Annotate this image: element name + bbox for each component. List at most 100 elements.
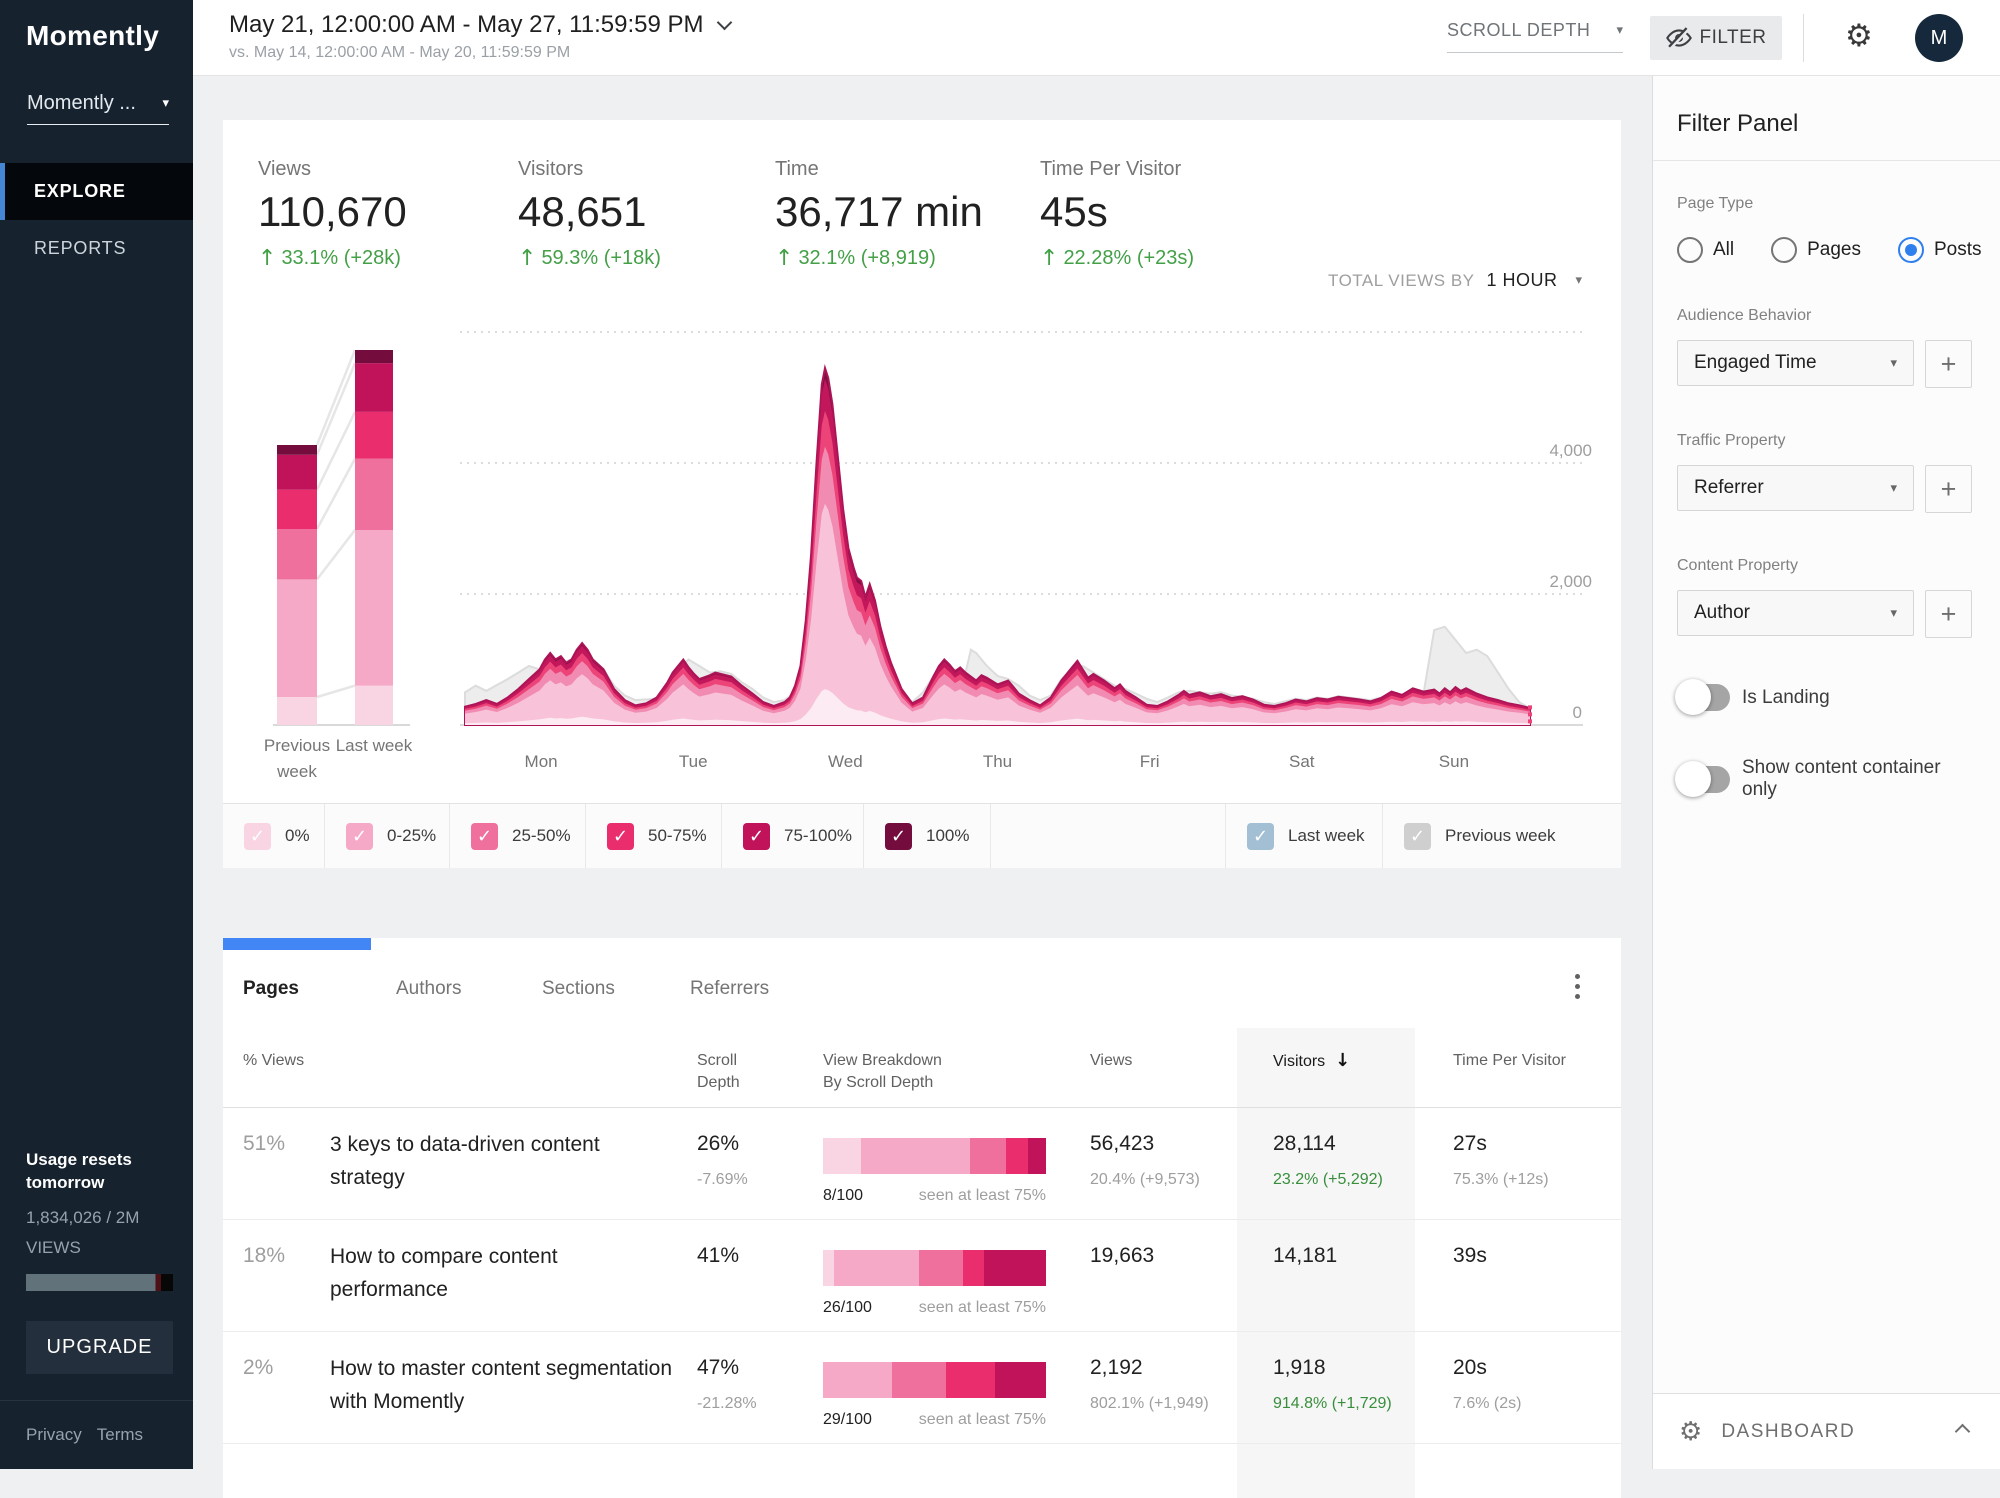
settings-gear-icon[interactable]: ⚙: [1845, 18, 1873, 54]
radio-all[interactable]: All: [1677, 237, 1734, 263]
legend-checkbox[interactable]: ✓: [244, 823, 271, 850]
summary-connector: [317, 350, 355, 445]
table-row[interactable]: 51%3 keys to data-driven content strateg…: [223, 1108, 1621, 1220]
cell-time-per-visitor-value: 27s: [1453, 1132, 1549, 1156]
column-header-pct-views[interactable]: % Views: [243, 1050, 304, 1072]
cell-pct-views: 51%: [243, 1132, 285, 1156]
views-area-chart[interactable]: 4,0002,0000MonTueWedThuFriSatSunPrevious…: [223, 120, 1621, 803]
column-header-visitors[interactable]: Visitors↓: [1273, 1050, 1350, 1073]
radio-posts[interactable]: Posts: [1898, 237, 1982, 263]
previous-week-bar-segment-4: [277, 455, 317, 490]
seen-ratio: 26/100: [823, 1299, 872, 1317]
scroll-depth-delta: -21.28%: [697, 1395, 757, 1413]
summary-connector: [317, 363, 355, 455]
radio-label: Posts: [1934, 239, 1982, 261]
toggle-knob: [1675, 679, 1711, 715]
breakdown-select[interactable]: SCROLL DEPTH ▾: [1447, 20, 1623, 53]
cell-views: 56,42320.4% (+9,573): [1090, 1132, 1200, 1189]
usage-progress-bar: [26, 1274, 173, 1291]
legend-checkbox[interactable]: ✓: [1247, 823, 1274, 850]
legend-checkbox[interactable]: ✓: [346, 823, 373, 850]
tab-pages[interactable]: Pages: [243, 978, 299, 1000]
cell-views-value: 2,192: [1090, 1356, 1209, 1380]
legend-label: 0%: [285, 826, 310, 846]
radio-icon: [1898, 237, 1924, 263]
dashboard-bar[interactable]: ⚙ DASHBOARD: [1653, 1393, 2000, 1469]
table-row[interactable]: 2%How to master content segmentation wit…: [223, 1332, 1621, 1444]
breakdown-caption: 26/100seen at least 75%: [823, 1299, 1046, 1317]
legend-label: 75-100%: [784, 826, 852, 846]
breakdown-bar-segment: [946, 1362, 995, 1398]
column-header-scroll-depth[interactable]: ScrollDepth: [697, 1050, 740, 1094]
toggle-show-content-container-only[interactable]: [1677, 766, 1730, 793]
toggle-is-landing[interactable]: [1677, 684, 1730, 711]
scroll-depth-layer-5: [465, 368, 1530, 725]
date-range-picker[interactable]: May 21, 12:00:00 AM - May 27, 11:59:59 P…: [229, 11, 730, 62]
legend-checkbox[interactable]: ✓: [471, 823, 498, 850]
last-week-bar-segment-1: [355, 530, 393, 686]
cell-time-per-visitor-delta: 7.6% (2s): [1453, 1395, 1521, 1413]
account-switcher[interactable]: Momently ... ▾: [27, 92, 169, 125]
filter-group-row: Author▾+: [1677, 590, 1976, 638]
y-axis-label: 4,000: [1549, 441, 1592, 460]
filter-group-traffic-property: Traffic PropertyReferrer▾+: [1677, 432, 1976, 513]
legend-checkbox[interactable]: ✓: [743, 823, 770, 850]
tab-referrers[interactable]: Referrers: [690, 978, 769, 1000]
breakdown-bar: [823, 1250, 1046, 1286]
legend-checkbox[interactable]: ✓: [1404, 823, 1431, 850]
tab-authors[interactable]: Authors: [396, 978, 461, 1000]
legend-checkbox[interactable]: ✓: [607, 823, 634, 850]
legend-item-previous-week: ✓Previous week: [1383, 804, 1621, 868]
cell-title: How to compare content performance: [330, 1240, 675, 1306]
column-header-view-breakdown[interactable]: View BreakdownBy Scroll Depth: [823, 1050, 942, 1094]
cell-visitors: 28,11423.2% (+5,292): [1273, 1132, 1383, 1189]
cell-time-per-visitor-value: 39s: [1453, 1244, 1487, 1268]
top-bar: May 21, 12:00:00 AM - May 27, 11:59:59 P…: [193, 0, 2000, 76]
radio-label: All: [1713, 239, 1734, 261]
breakdown-bar-segment: [1028, 1138, 1046, 1174]
breakdown-bar-segment: [984, 1250, 1046, 1286]
legend-spacer: [991, 804, 1226, 868]
main-content: Views110,670↑33.1% (+28k)Visitors48,651↑…: [193, 76, 1652, 1469]
table-tabs: Pages Authors Sections Referrers: [223, 950, 1621, 1028]
radio-pages[interactable]: Pages: [1771, 237, 1861, 263]
summary-connector: [317, 686, 355, 697]
legend-checkbox[interactable]: ✓: [885, 823, 912, 850]
table-options-kebab-icon[interactable]: [1563, 968, 1591, 1004]
filter-group-label: Content Property: [1677, 557, 1976, 575]
y-axis-label: 0: [1573, 703, 1582, 722]
upgrade-button[interactable]: UPGRADE: [26, 1321, 173, 1374]
add-filter-button[interactable]: +: [1925, 590, 1972, 638]
tab-sections[interactable]: Sections: [542, 978, 615, 1000]
breakdown-bar-segment: [995, 1362, 1046, 1398]
user-avatar[interactable]: M: [1915, 14, 1963, 62]
table-row[interactable]: 18%How to compare content performance41%…: [223, 1220, 1621, 1332]
filter-select-engaged-time[interactable]: Engaged Time▾: [1677, 340, 1914, 386]
filter-select-value: Referrer: [1694, 477, 1764, 499]
filter-group-label: Audience Behavior: [1677, 307, 1976, 325]
filter-select-author[interactable]: Author▾: [1677, 590, 1914, 636]
column-header-views[interactable]: Views: [1090, 1050, 1132, 1072]
cell-visitors-delta: 23.2% (+5,292): [1273, 1171, 1383, 1189]
add-filter-button[interactable]: +: [1925, 340, 1972, 388]
scroll-depth-delta: -7.69%: [697, 1171, 748, 1189]
add-filter-button[interactable]: +: [1925, 465, 1972, 513]
usage-count: 1,834,026 / 2M: [26, 1208, 167, 1228]
legend-item-last-week: ✓Last week: [1226, 804, 1383, 868]
terms-link[interactable]: Terms: [97, 1425, 143, 1445]
x-axis-label: Tue: [679, 752, 708, 771]
filter-select-referrer[interactable]: Referrer▾: [1677, 465, 1914, 511]
sidebar-item-reports[interactable]: REPORTS: [0, 220, 193, 277]
breakdown-bar-segment: [970, 1138, 1006, 1174]
legend-item-75-100: ✓ 75-100%: [722, 804, 864, 868]
app-logo: Momently: [26, 20, 159, 52]
cell-views-value: 56,423: [1090, 1132, 1200, 1156]
toggle-knob: [1675, 761, 1711, 797]
x-axis-label: Mon: [525, 752, 558, 771]
cell-time-per-visitor-value: 20s: [1453, 1356, 1521, 1380]
breakdown-select-value: SCROLL DEPTH: [1447, 20, 1590, 41]
filter-toggle-button[interactable]: FILTER: [1650, 16, 1782, 60]
sidebar-item-explore[interactable]: EXPLORE: [0, 163, 193, 220]
privacy-link[interactable]: Privacy: [26, 1425, 82, 1445]
column-header-time-per-visitor[interactable]: Time Per Visitor: [1453, 1050, 1566, 1072]
